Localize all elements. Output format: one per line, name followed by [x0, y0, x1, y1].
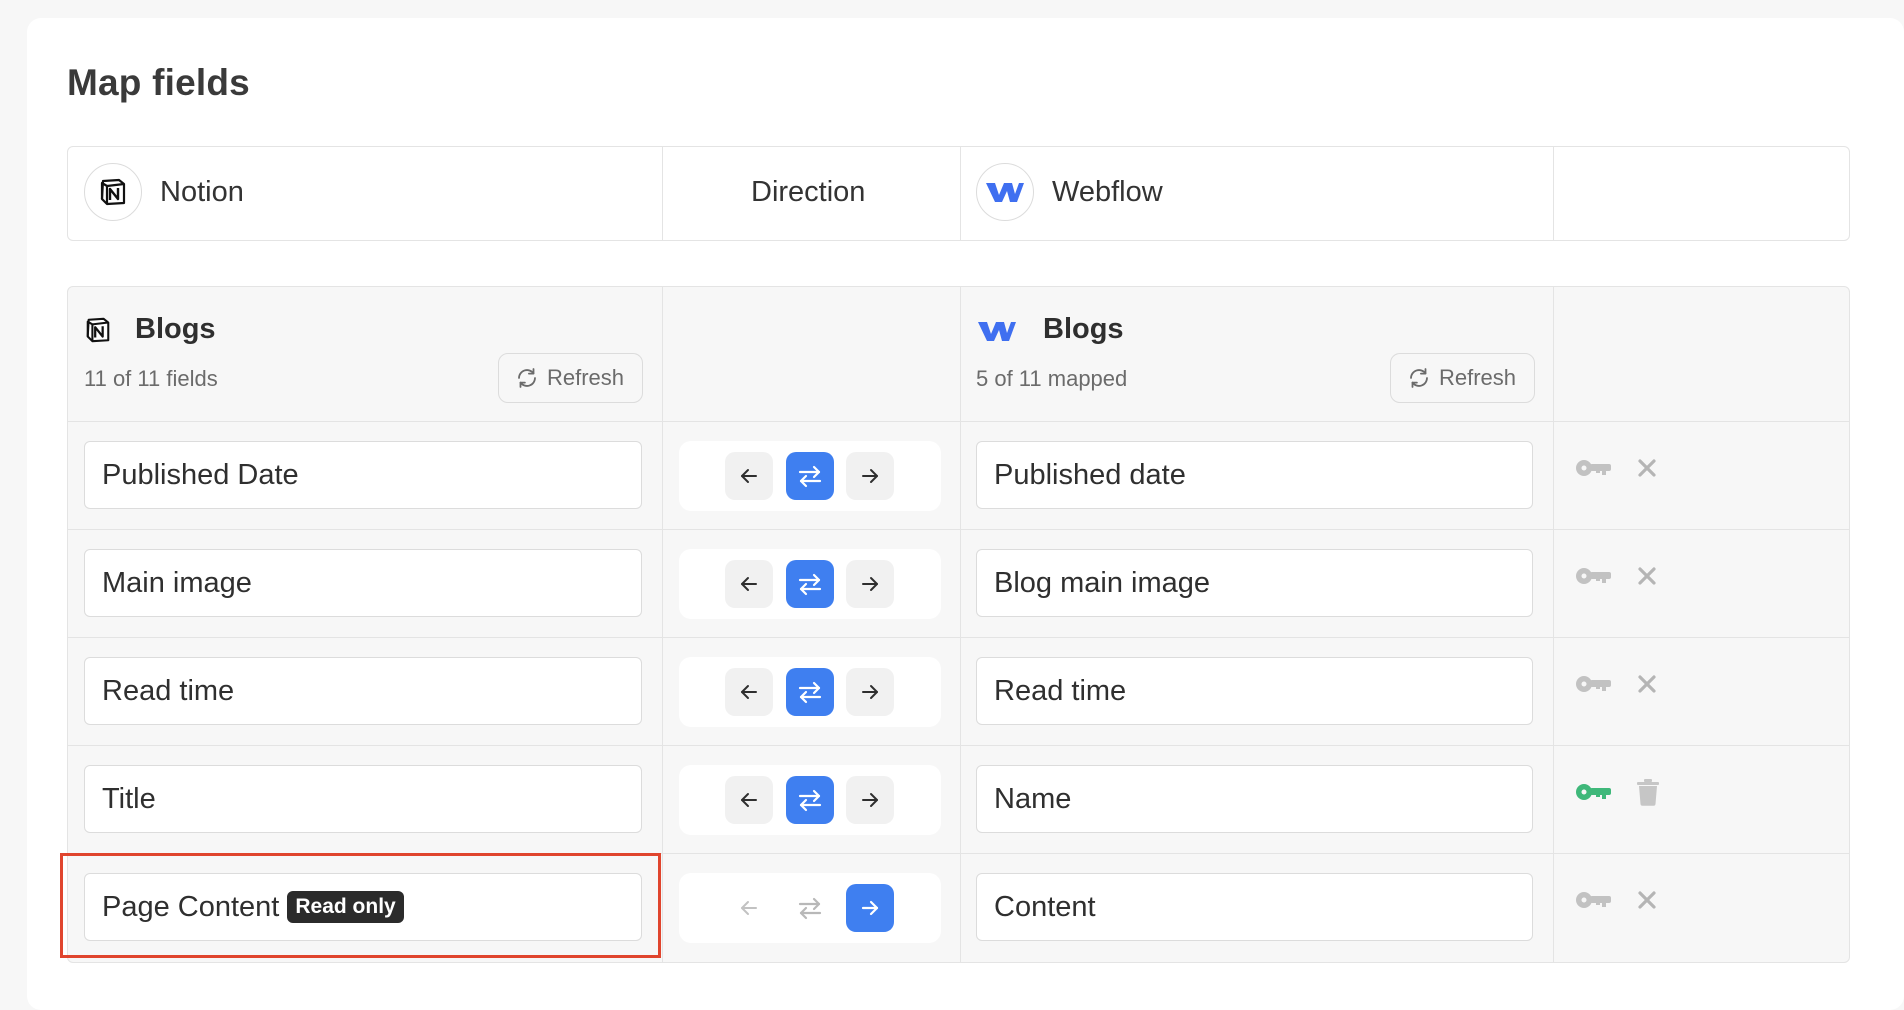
target-field-label: Published date [994, 458, 1186, 491]
close-icon[interactable] [1633, 454, 1661, 482]
key-icon[interactable] [1575, 454, 1613, 482]
target-field[interactable]: Blog main image [976, 549, 1533, 617]
target-field[interactable]: Name [976, 765, 1533, 833]
close-icon[interactable] [1633, 670, 1661, 698]
source-field-label: Main image [102, 566, 252, 599]
source-collection-name: Blogs [135, 313, 216, 345]
direction-left-button[interactable] [725, 560, 773, 608]
direction-right-button[interactable] [846, 560, 894, 608]
refresh-icon [518, 368, 536, 388]
arrow-right-icon [862, 469, 878, 483]
source-field-label: Title [102, 782, 156, 815]
close-icon[interactable] [1633, 886, 1661, 914]
source-field[interactable]: Published Date [84, 441, 642, 509]
actions-collection-cell [1553, 286, 1850, 423]
direction-both-button[interactable] [786, 668, 834, 716]
target-refresh-label: Refresh [1439, 365, 1517, 390]
header-target-cell [960, 146, 1555, 241]
key-icon[interactable] [1575, 886, 1613, 914]
refresh-icon [1410, 368, 1428, 388]
target-refresh-button[interactable]: Refresh [1390, 353, 1535, 403]
key-icon[interactable] [1575, 670, 1613, 698]
direction-left-button[interactable] [725, 884, 773, 932]
arrow-left-icon [741, 685, 757, 699]
direction-left-button[interactable] [725, 776, 773, 824]
swap-arrows-icon [798, 465, 822, 488]
swap-arrows-icon [798, 897, 822, 920]
source-refresh-button[interactable]: Refresh [498, 353, 643, 403]
direction-right-button[interactable] [846, 884, 894, 932]
direction-control [679, 873, 941, 943]
target-field[interactable]: Read time [976, 657, 1533, 725]
source-field[interactable]: Title [84, 765, 642, 833]
header-source-cell [67, 146, 664, 241]
key-icon[interactable] [1575, 562, 1613, 590]
source-fields-count: 11 of 11 fields [84, 366, 218, 391]
direction-left-button[interactable] [725, 668, 773, 716]
target-field[interactable]: Published date [976, 441, 1533, 509]
target-mapped-count: 5 of 11 mapped [976, 366, 1128, 391]
arrow-left-icon [741, 469, 757, 483]
header-source-label: Notion [160, 176, 244, 208]
direction-control [679, 765, 941, 835]
direction-collection-cell [662, 286, 962, 423]
direction-both-button[interactable] [786, 884, 834, 932]
header-actions-cell [1553, 146, 1850, 241]
source-field-label: Read time [102, 674, 235, 707]
target-field-label: Blog main image [994, 566, 1210, 599]
notion-small-icon [84, 316, 112, 349]
arrow-left-icon [741, 901, 757, 915]
header-direction-label: Direction [751, 176, 866, 208]
source-field[interactable]: Main image [84, 549, 642, 617]
swap-arrows-icon [798, 681, 822, 704]
direction-control [679, 441, 941, 511]
arrow-right-icon [862, 685, 878, 699]
direction-both-button[interactable] [786, 452, 834, 500]
direction-right-button[interactable] [846, 668, 894, 716]
direction-both-button[interactable] [786, 776, 834, 824]
header-target-label: Webflow [1052, 176, 1163, 208]
direction-control [679, 657, 941, 727]
arrow-right-icon [862, 577, 878, 591]
direction-right-button[interactable] [846, 776, 894, 824]
arrow-left-icon [741, 577, 757, 591]
trash-icon[interactable] [1634, 776, 1662, 808]
swap-arrows-icon [798, 573, 822, 596]
target-collection-name: Blogs [1043, 313, 1124, 345]
arrow-left-icon [741, 793, 757, 807]
direction-right-button[interactable] [846, 452, 894, 500]
target-field[interactable]: Content [976, 873, 1533, 941]
source-field-label: Published Date [102, 458, 299, 491]
target-field-label: Read time [994, 674, 1127, 707]
arrow-right-icon [861, 900, 879, 916]
notion-logo-icon [84, 163, 142, 221]
page-title: Map fields [67, 62, 250, 103]
target-field-label: Content [994, 890, 1096, 923]
webflow-small-icon [976, 318, 1018, 349]
highlight-box [60, 853, 661, 958]
webflow-logo-icon [976, 163, 1034, 221]
swap-arrows-icon [798, 789, 822, 812]
close-icon[interactable] [1633, 562, 1661, 590]
target-field-label: Name [994, 782, 1072, 815]
direction-left-button[interactable] [725, 452, 773, 500]
source-refresh-label: Refresh [547, 365, 625, 390]
source-field[interactable]: Read time [84, 657, 642, 725]
arrow-right-icon [862, 793, 878, 807]
direction-both-button[interactable] [786, 560, 834, 608]
direction-control [679, 549, 941, 619]
key-icon[interactable] [1575, 778, 1613, 806]
